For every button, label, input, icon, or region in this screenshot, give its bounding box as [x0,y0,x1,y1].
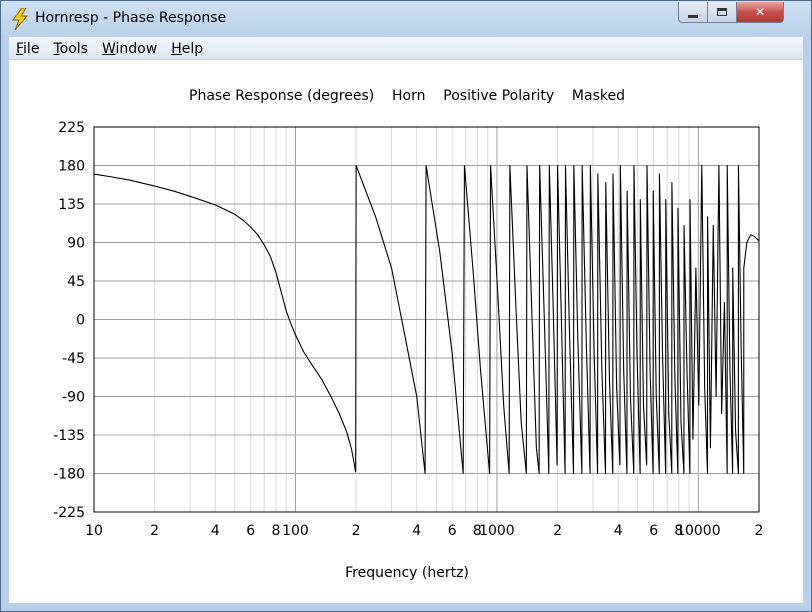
menu-window[interactable]: Window [95,37,164,59]
y-tick-label: -90 [62,390,85,406]
chart-title: Phase Response (degrees) Horn Positive P… [189,88,625,104]
minimize-button[interactable] [678,2,708,23]
x-tick-label: 4 [614,523,623,539]
x-tick-label: 6 [246,523,255,539]
window-title: Hornresp - Phase Response [35,10,227,26]
menu-help-accel: H [171,41,182,57]
y-tick-label: -225 [53,505,85,521]
title-bar[interactable]: Hornresp - Phase Response ✕ [1,1,811,35]
y-tick-label: 0 [76,313,85,329]
x-tick-label: 2 [553,523,562,539]
menu-file-label: ile [23,41,40,57]
close-icon: ✕ [754,5,766,19]
x-tick-label: 8 [271,523,280,539]
y-tick-label: 90 [67,236,85,252]
y-tick-label: -135 [53,428,85,444]
y-tick-label: 180 [58,159,85,175]
menu-tools-label: ools [59,41,88,57]
menu-file[interactable]: File [9,37,46,59]
minimize-icon [688,14,698,18]
tick-labels: 22518013590450-45-90-135-180-22510 2 4 6 8 10… [53,120,763,539]
close-button[interactable]: ✕ [736,2,784,23]
chart-area: Phase Response (degrees) Horn Positive P… [9,60,803,603]
x-tick-label: 2 [352,523,361,539]
menu-window-accel: W [101,41,116,57]
x-tick-label: 100 [282,523,309,539]
x-tick-label: 6 [448,523,457,539]
y-tick-label: -180 [53,467,85,483]
menu-help-label: elp [181,41,204,57]
y-tick-label: 45 [67,274,85,290]
app-window: Hornresp - Phase Response ✕ File Tools W… [0,0,812,612]
x-tick-label: 4 [211,523,220,539]
menu-file-accel: F [16,41,24,57]
x-tick-label: 4 [412,523,421,539]
x-tick-label: 2 [755,523,764,539]
x-axis-label: Frequency (hertz) [345,565,469,581]
phase-response-chart: Phase Response (degrees) Horn Positive P… [53,88,763,581]
menu-help[interactable]: Help [164,37,210,59]
lightning-bolt-icon [12,8,29,30]
y-tick-label: 135 [58,197,85,213]
x-tick-label: 6 [649,523,658,539]
menu-tools[interactable]: Tools [46,37,95,59]
menu-bar: File Tools Window Help [9,37,803,60]
x-tick-label: 2 [150,523,159,539]
maximize-button[interactable] [707,2,737,23]
x-tick-label: 10000 [676,523,721,539]
maximize-icon [717,8,727,16]
y-tick-label: -45 [62,351,85,367]
x-tick-label: 1000 [479,523,515,539]
y-tick-label: 225 [58,120,85,136]
x-tick-label: 10 [85,523,103,539]
menu-window-label: indow [115,41,158,57]
